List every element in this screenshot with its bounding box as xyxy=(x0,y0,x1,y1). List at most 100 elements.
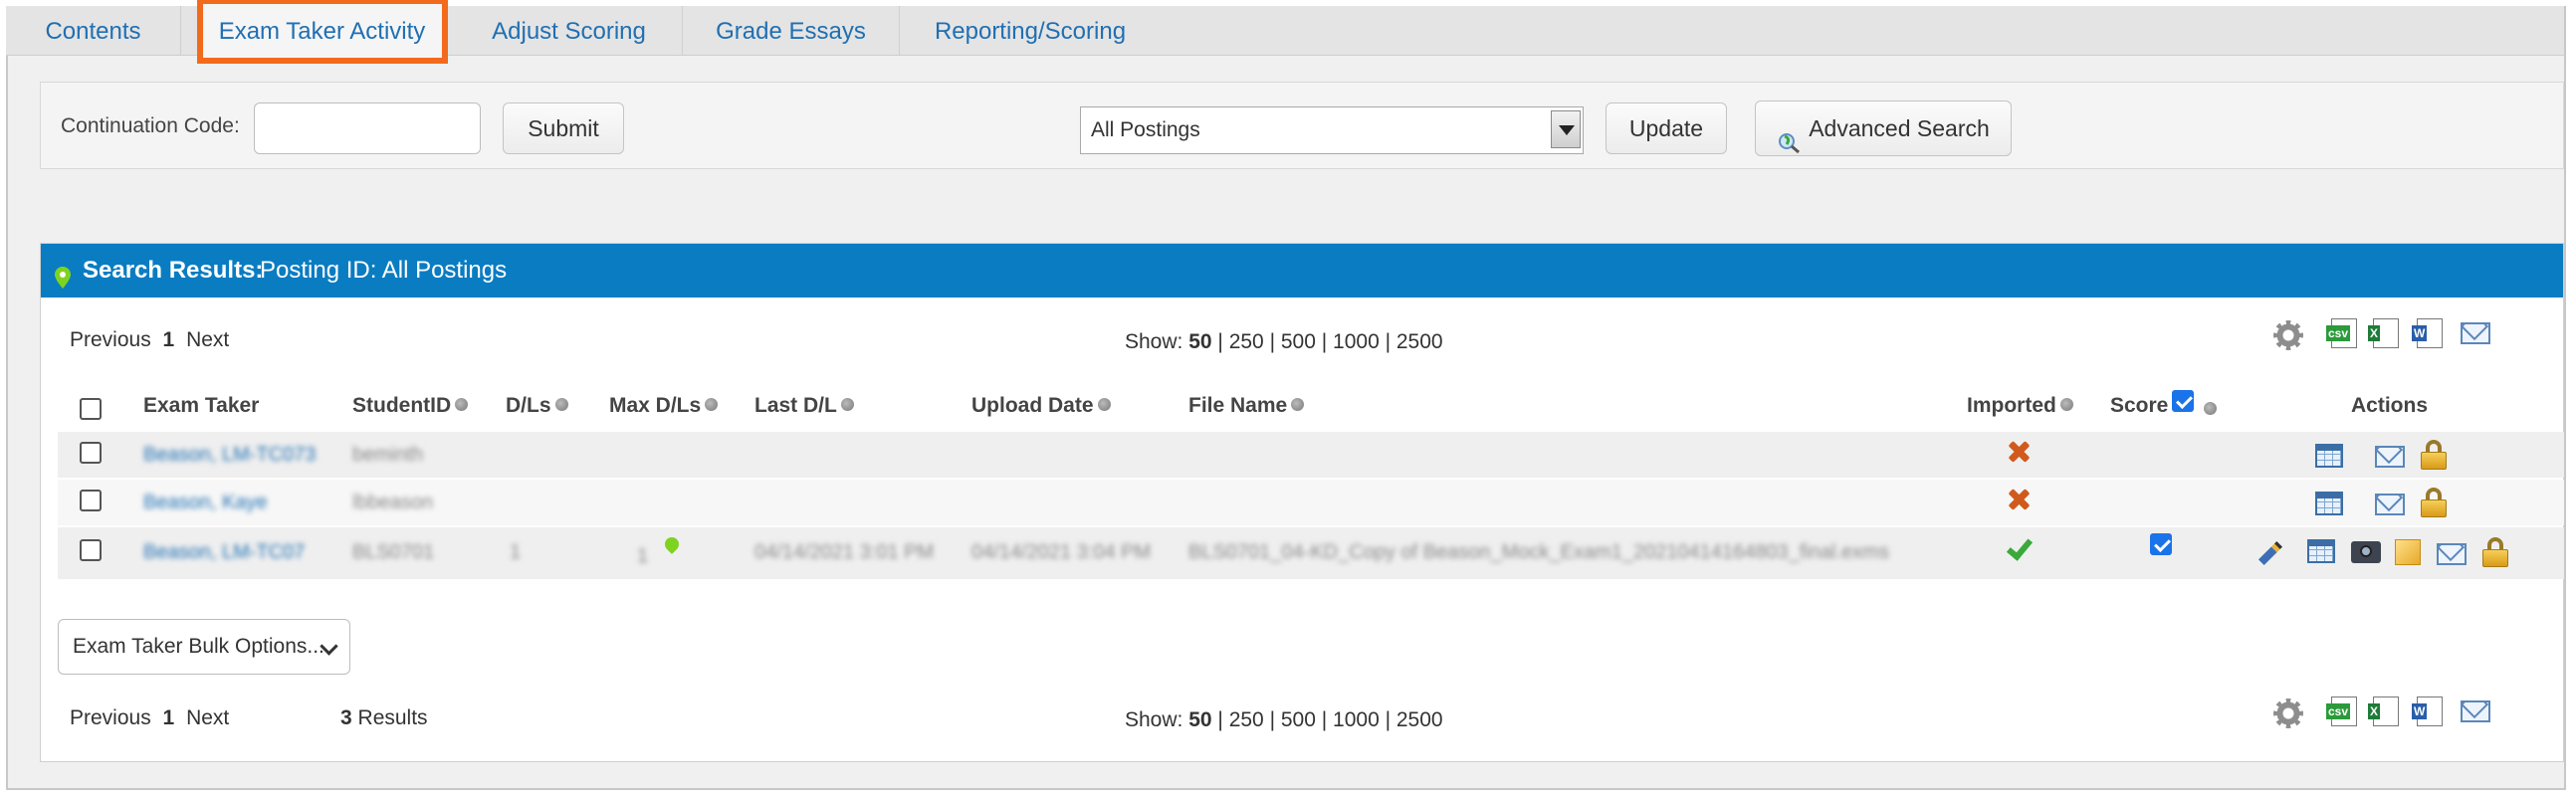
csv-icon[interactable]: csv xyxy=(2326,696,2357,726)
col-file-name[interactable]: File Name xyxy=(1188,394,1305,418)
col-exam-taker[interactable]: Exam Taker xyxy=(143,394,259,418)
mail-icon[interactable] xyxy=(2461,322,2490,344)
camera-icon[interactable] xyxy=(2351,541,2381,563)
col-dls[interactable]: D/Ls xyxy=(506,394,568,418)
lock-icon[interactable] xyxy=(2419,488,2449,517)
previous-link[interactable]: Previous xyxy=(70,706,151,729)
search-globe-icon xyxy=(1777,119,1803,154)
next-link[interactable]: Next xyxy=(186,328,229,351)
next-link[interactable]: Next xyxy=(186,706,229,729)
show-current[interactable]: 50 xyxy=(1188,708,1211,731)
word-icon[interactable]: W xyxy=(2412,318,2443,348)
continuation-code-label: Continuation Code: xyxy=(61,114,240,137)
sort-icon[interactable] xyxy=(455,397,469,411)
calendar-icon[interactable] xyxy=(2315,444,2343,468)
update-button[interactable]: Update xyxy=(1606,102,1727,154)
exam-taker-link[interactable]: Beason, LM-TC07 xyxy=(143,541,305,564)
last-dl-value: 04/14/2021 3:01 PM xyxy=(754,541,935,563)
col-last-dl[interactable]: Last D/L xyxy=(754,394,854,418)
calendar-icon[interactable] xyxy=(2315,492,2343,515)
col-score[interactable]: Score xyxy=(2110,394,2168,418)
student-id: beminth xyxy=(352,444,424,466)
col-max-dls-label: Max D/Ls xyxy=(609,394,702,417)
sort-icon[interactable] xyxy=(554,397,568,411)
exam-taker-link[interactable]: Beason, LM-TC073 xyxy=(143,444,316,467)
continuation-code-input[interactable] xyxy=(254,102,481,154)
bulk-options-select[interactable]: Exam Taker Bulk Options... xyxy=(58,619,350,675)
not-imported-icon xyxy=(2007,488,2031,511)
page-number[interactable]: 1 xyxy=(163,328,175,351)
calendar-icon[interactable] xyxy=(2307,539,2335,563)
tab-contents[interactable]: Contents xyxy=(6,6,181,56)
sort-icon[interactable] xyxy=(1291,397,1305,411)
chevron-down-icon[interactable] xyxy=(1551,110,1581,148)
show-current[interactable]: 50 xyxy=(1188,330,1211,353)
postings-select-value: All Postings xyxy=(1091,118,1200,141)
show-options[interactable]: | 250 | 500 | 1000 | 2500 xyxy=(1212,708,1442,731)
word-icon[interactable]: W xyxy=(2412,696,2443,726)
csv-icon[interactable]: csv xyxy=(2326,318,2357,348)
sort-icon[interactable] xyxy=(840,397,854,411)
select-all-checkbox[interactable] xyxy=(80,398,102,420)
col-upload-date-label: Upload Date xyxy=(971,394,1094,417)
score-checkbox[interactable] xyxy=(2150,533,2172,555)
advanced-search-label: Advanced Search xyxy=(1809,115,1990,141)
col-score-label: Score xyxy=(2110,394,2169,417)
submit-button[interactable]: Submit xyxy=(503,102,624,154)
results-header-value: Posting ID: All Postings xyxy=(260,257,508,284)
advanced-search-button[interactable]: Advanced Search xyxy=(1755,100,2012,156)
previous-link[interactable]: Previous xyxy=(70,328,151,351)
tab-grade-essays[interactable]: Grade Essays xyxy=(683,6,900,56)
max-dls-value: 1 xyxy=(637,545,649,567)
col-upload-date[interactable]: Upload Date xyxy=(971,394,1111,418)
col-max-dls[interactable]: Max D/Ls xyxy=(609,394,719,418)
imported-check-icon xyxy=(2005,535,2029,559)
gear-icon[interactable] xyxy=(2273,698,2303,728)
show-options[interactable]: | 250 | 500 | 1000 | 2500 xyxy=(1212,330,1442,353)
lock-icon[interactable] xyxy=(2480,537,2510,567)
lock-icon[interactable] xyxy=(2419,440,2449,470)
col-last-dl-label: Last D/L xyxy=(754,394,837,417)
postings-select[interactable]: All Postings xyxy=(1080,106,1584,154)
sort-icon[interactable] xyxy=(2204,402,2217,415)
row-checkbox[interactable] xyxy=(80,490,102,511)
row-checkbox[interactable] xyxy=(80,442,102,464)
note-icon[interactable] xyxy=(2395,539,2421,565)
tab-adjust-scoring[interactable]: Adjust Scoring xyxy=(456,6,683,56)
tab-exam-taker-activity[interactable]: Exam Taker Activity xyxy=(197,0,448,64)
row-checkbox[interactable] xyxy=(80,539,102,561)
sort-icon[interactable] xyxy=(1097,397,1111,411)
sort-icon[interactable] xyxy=(705,397,719,411)
page-number[interactable]: 1 xyxy=(163,706,175,729)
sort-icon[interactable] xyxy=(2059,397,2073,411)
mail-icon[interactable] xyxy=(2437,543,2467,565)
col-student-id[interactable]: StudentID xyxy=(352,394,469,418)
excel-icon[interactable]: X xyxy=(2368,696,2399,726)
results-header-label: Search Results: xyxy=(83,257,264,284)
mail-icon[interactable] xyxy=(2461,700,2490,722)
col-imported-label: Imported xyxy=(1967,394,2056,417)
col-dls-label: D/Ls xyxy=(506,394,551,417)
excel-icon[interactable]: X xyxy=(2368,318,2399,348)
gear-icon[interactable] xyxy=(2273,320,2303,350)
show-label: Show: xyxy=(1125,330,1183,353)
results-count-label: Results xyxy=(357,706,428,729)
map-pin-icon[interactable] xyxy=(665,537,679,557)
student-id: lbbeason xyxy=(352,492,434,513)
col-actions: Actions xyxy=(2351,394,2429,417)
page-size-top: Show: 50 | 250 | 500 | 1000 | 2500 xyxy=(1125,330,1443,354)
student-id: BLS0701 xyxy=(352,541,435,563)
score-all-checkbox[interactable] xyxy=(2172,390,2194,412)
pager-top: Previous 1 Next xyxy=(70,328,229,352)
results-header: Search Results: Posting ID: All Postings xyxy=(41,244,2563,298)
bulk-options-value: Exam Taker Bulk Options... xyxy=(73,635,324,658)
exam-taker-link[interactable]: Beason, Kaye xyxy=(143,492,268,514)
col-imported[interactable]: Imported xyxy=(1967,394,2073,418)
show-label: Show: xyxy=(1125,708,1183,731)
not-imported-icon xyxy=(2007,440,2031,464)
file-name-value: BLS0701_04-KD_Copy of Beason_Mock_Exam1_… xyxy=(1188,541,1889,563)
mail-icon[interactable] xyxy=(2375,446,2405,468)
mail-icon[interactable] xyxy=(2375,494,2405,515)
tab-reporting-scoring[interactable]: Reporting/Scoring xyxy=(900,6,1161,56)
upload-date-value: 04/14/2021 3:04 PM xyxy=(971,541,1152,563)
